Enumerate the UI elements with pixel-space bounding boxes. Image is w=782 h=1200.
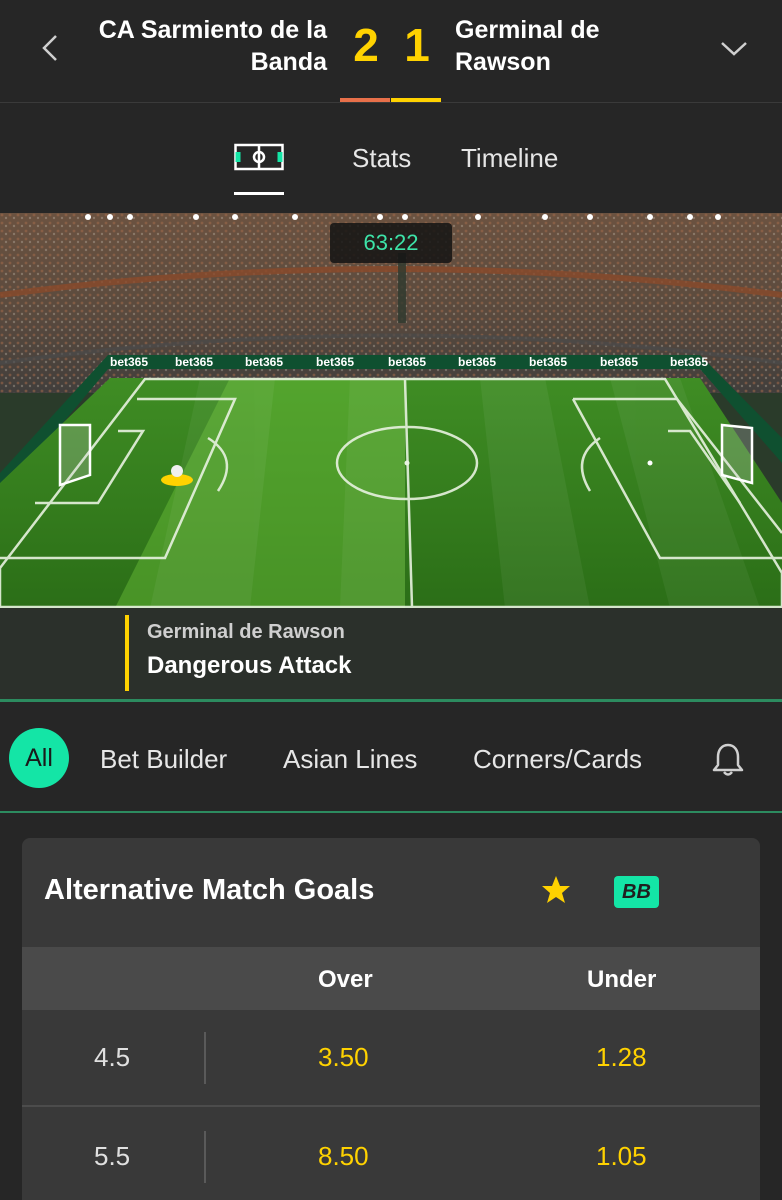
board-ad: bet365 [175,355,213,369]
match-clock: 63:22 [330,223,452,263]
tab-pitch[interactable] [234,143,284,195]
odds-over[interactable]: 8.50 [318,1141,369,1172]
event-description: Dangerous Attack [147,652,352,679]
expand-button[interactable] [712,28,756,68]
board-ad: bet365 [245,355,283,369]
tab-pitch-underline [234,192,284,195]
table-row: 5.5 8.50 1.05 [22,1109,760,1200]
away-score-value: 1 [404,19,430,71]
match-animation: bet365 bet365 bet365 bet365 bet365 bet36… [0,213,782,700]
row-divider [204,1131,206,1183]
away-score: 1 [391,18,443,102]
market-title[interactable]: Alternative Match Goals [44,874,374,907]
board-ad: bet365 [458,355,496,369]
match-header: CA Sarmiento de la Banda 2 1 Germinal de… [0,0,782,103]
odds-over[interactable]: 3.50 [318,1042,369,1073]
away-team-name: Germinal de Rawson [455,16,600,76]
view-tabs: Stats Timeline [0,103,782,213]
bet-builder-badge[interactable]: BB [614,876,659,908]
chevron-down-icon [721,42,747,56]
market-card: Alternative Match Goals BB Over Under 4.… [22,838,760,1200]
board-ad: bet365 [529,355,567,369]
notifications-button[interactable] [708,740,748,780]
board-ad: bet365 [600,355,638,369]
tab-bet-builder[interactable]: Bet Builder [100,744,227,775]
market-tabs: All Bet Builder Asian Lines Corners/Card… [0,700,782,813]
home-color-bar [340,98,390,102]
tab-timeline[interactable]: Timeline [461,143,558,174]
column-over: Over [318,966,373,993]
goal-line: 4.5 [94,1042,131,1072]
match-event: Germinal de Rawson Dangerous Attack [125,615,525,691]
star-icon[interactable] [540,874,572,906]
board-ad: bet365 [670,355,708,369]
goal-line: 5.5 [94,1141,131,1171]
tab-stats[interactable]: Stats [352,143,411,174]
away-color-bar [391,98,441,102]
bell-icon [712,743,744,776]
column-header: Over Under [22,947,760,1010]
home-score: 2 [340,18,392,102]
odds-under[interactable]: 1.05 [596,1141,647,1172]
board-ad: bet365 [316,355,354,369]
event-team: Germinal de Rawson [147,621,345,643]
home-team-name: CA Sarmiento de la Banda [98,16,327,76]
tab-all[interactable]: All [9,728,69,788]
pitch-icon [234,143,284,171]
column-under: Under [587,966,657,993]
tab-corners-cards[interactable]: Corners/Cards [473,744,642,775]
tab-asian-lines[interactable]: Asian Lines [283,744,417,775]
table-row: 4.5 3.50 1.28 [22,1010,760,1107]
odds-under[interactable]: 1.28 [596,1042,647,1073]
home-score-value: 2 [353,19,379,71]
row-divider [204,1032,206,1084]
board-ad: bet365 [388,355,426,369]
board-ad: bet365 [110,355,148,369]
